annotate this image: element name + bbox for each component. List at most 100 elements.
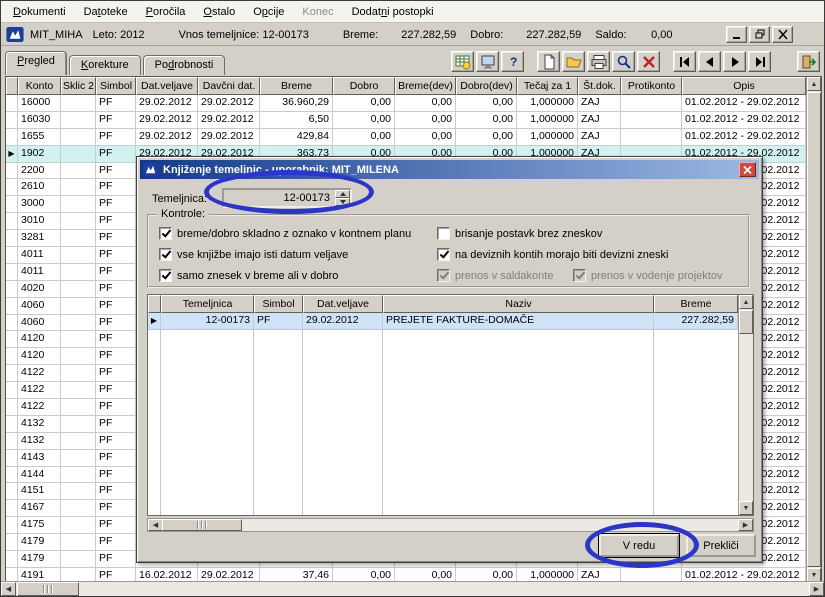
spinner-down-button[interactable] (335, 198, 350, 206)
checkbox-prenos-projekti[interactable]: prenos v vodenje projektov (573, 269, 722, 282)
menu-ostalo[interactable]: Ostalo (194, 3, 244, 21)
col-header-breme-dev[interactable]: Breme(dev) (395, 77, 456, 95)
col-header-breme[interactable]: Breme (260, 77, 333, 95)
row-marker (6, 331, 18, 348)
checkbox-isti-datum-veljave[interactable]: vse knjižbe imajo isti datum veljave (159, 248, 348, 261)
cell-sklic2 (61, 297, 96, 314)
dialog-titlebar[interactable]: Knjiženje temeljnic - uporabnik: MIT_MIL… (140, 160, 759, 179)
scroll-left-button[interactable]: ◀ (1, 582, 16, 596)
ok-button[interactable]: V redu (599, 534, 679, 557)
cell-sklic2 (61, 432, 96, 449)
tab-podrobnosti[interactable]: Podrobnosti (142, 55, 226, 75)
table-row[interactable]: 16030 PF 29.02.2012 29.02.2012 6,50 0,00… (6, 111, 806, 129)
row-marker (6, 95, 18, 111)
dialog-vertical-scrollbar[interactable]: ▲ ▼ (738, 295, 753, 515)
help-button[interactable]: ? (501, 51, 524, 72)
scroll-down-button[interactable]: ▼ (807, 568, 821, 582)
ledger-button[interactable] (451, 51, 474, 72)
checkbox-box (437, 248, 450, 261)
open-folder-button[interactable] (562, 51, 585, 72)
spinner-up-button[interactable] (335, 190, 350, 198)
last-record-button[interactable] (748, 51, 771, 72)
previous-record-button[interactable] (698, 51, 721, 72)
col-header-st-dok[interactable]: Št.dok. (578, 77, 621, 95)
cell-konto: 16030 (18, 111, 61, 128)
menu-dodatni-postopki[interactable]: Dodatni postopki (343, 3, 443, 21)
col-header-sklic2[interactable]: Sklic 2 (61, 77, 96, 95)
cell-konto: 4020 (18, 280, 61, 297)
search-button[interactable] (612, 51, 635, 72)
col-header-protikonto[interactable]: Protikonto (621, 77, 682, 95)
row-marker (6, 551, 18, 567)
scrollbar-thumb[interactable] (807, 92, 821, 567)
restore-button[interactable] (749, 26, 770, 43)
delete-button[interactable] (637, 51, 660, 72)
dobro-label: Dobro: (470, 28, 504, 41)
close-icon (743, 165, 752, 174)
next-record-button[interactable] (723, 51, 746, 72)
minimize-button[interactable] (726, 26, 747, 43)
menu-konec[interactable]: Konec (293, 3, 342, 21)
checkbox-devizni-zneski[interactable]: na deviznih kontih morajo biti devizni z… (437, 248, 668, 261)
tab-pregled[interactable]: Pregled (5, 51, 67, 75)
checkbox-breme-dobro-skladno[interactable]: breme/dobro skladno z oznako v kontnem p… (159, 227, 411, 240)
scroll-right-button[interactable]: ▶ (809, 582, 824, 596)
table-row[interactable]: 16000 PF 29.02.2012 29.02.2012 36.960,29… (6, 95, 806, 112)
monitor-button[interactable] (476, 51, 499, 72)
new-document-button[interactable] (537, 51, 560, 72)
close-button[interactable] (772, 26, 793, 43)
table-row[interactable]: 1655 PF 29.02.2012 29.02.2012 429,84 0,0… (6, 128, 806, 146)
temeljnica-input[interactable] (222, 188, 352, 208)
menu-dokumenti[interactable]: Dokumenti (4, 3, 75, 21)
scroll-left-button[interactable]: ◀ (148, 519, 163, 531)
col-header-davcni-dat[interactable]: Davčni dat. (198, 77, 260, 95)
scroll-down-button[interactable]: ▼ (739, 501, 753, 515)
col-header-temeljnica[interactable]: Temeljnica (161, 295, 254, 313)
col-header-simbol[interactable]: Simbol (96, 77, 136, 95)
exit-button[interactable] (797, 51, 820, 72)
grid-vertical-scrollbar[interactable]: ▲ ▼ (806, 77, 821, 582)
checkbox-prenos-saldakonte[interactable]: prenos v saldakonte (437, 269, 553, 282)
cancel-button[interactable]: Prekliči (686, 534, 756, 557)
col-header-tecaj[interactable]: Tečaj za 1 (517, 77, 578, 95)
cell-tecaj: 1,000000 (517, 128, 578, 145)
dialog-horizontal-scrollbar[interactable]: ◀ ▶ (147, 518, 754, 532)
scroll-up-icon: ▲ (742, 298, 750, 306)
tab-korekture[interactable]: Korekture (68, 55, 141, 75)
col-header-konto[interactable]: Konto (18, 77, 61, 95)
col-header-dat-veljave[interactable]: Dat.veljave (303, 295, 383, 313)
col-header-dobro[interactable]: Dobro (333, 77, 395, 95)
scrollbar-thumb[interactable] (162, 519, 242, 531)
col-header-naziv[interactable]: Naziv (383, 295, 654, 313)
scrollbar-thumb[interactable] (739, 310, 753, 334)
print-button[interactable] (587, 51, 610, 72)
scroll-up-button[interactable]: ▲ (807, 77, 821, 91)
col-header-simbol[interactable]: Simbol (254, 295, 303, 313)
minimize-icon (732, 37, 740, 39)
col-header-dobro-dev[interactable]: Dobro(dev) (456, 77, 517, 95)
cell-dat-veljave: 29.02.2012 (136, 95, 198, 111)
scroll-right-button[interactable]: ▶ (738, 519, 753, 531)
checkbox-brisanje-postavk[interactable]: brisanje postavk brez zneskov (437, 227, 602, 240)
scroll-up-button[interactable]: ▲ (739, 295, 753, 309)
checkbox-box (437, 269, 450, 282)
row-marker (6, 230, 18, 247)
scrollbar-thumb[interactable] (17, 582, 79, 596)
cell-konto: 4179 (18, 551, 61, 567)
menu-porocila[interactable]: Poročila (137, 3, 195, 21)
checkbox-samo-znesek[interactable]: samo znesek v breme ali v dobro (159, 269, 338, 282)
menu-opcije[interactable]: Opcije (244, 3, 293, 21)
col-header-dat-veljave[interactable]: Dat.veljave (136, 77, 198, 95)
checkbox-box (159, 227, 172, 240)
menu-datoteke[interactable]: Datoteke (75, 3, 137, 21)
dialog-close-button[interactable] (739, 162, 756, 177)
row-marker (6, 179, 18, 196)
col-header-opis[interactable]: Opis (682, 77, 806, 95)
cell-konto: 4120 (18, 331, 61, 348)
cell-simbol: PF (96, 331, 136, 348)
main-horizontal-scrollbar[interactable]: ◀ ▶ (1, 581, 824, 596)
table-row[interactable]: ▶ 12-00173 PF 29.02.2012 PREJETE FAKTURE… (148, 313, 738, 330)
col-header-breme[interactable]: Breme (654, 295, 738, 313)
first-record-button[interactable] (673, 51, 696, 72)
cell-simbol: PF (96, 348, 136, 365)
